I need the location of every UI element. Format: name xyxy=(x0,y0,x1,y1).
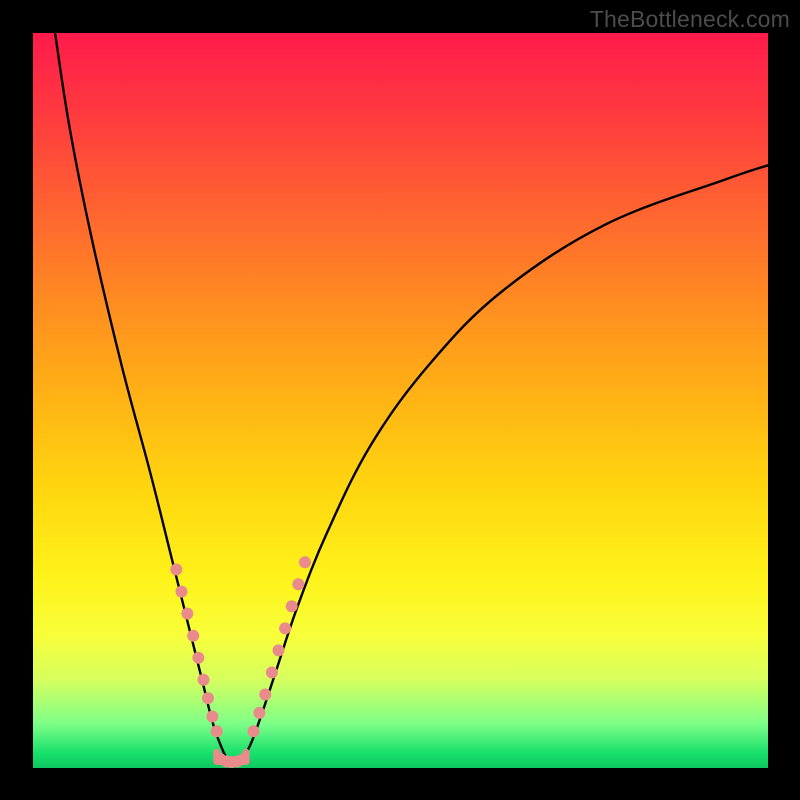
plot-area xyxy=(33,33,768,768)
chart-frame: TheBottleneck.com xyxy=(0,0,800,800)
curve-left xyxy=(55,33,231,764)
curve-layer xyxy=(33,33,768,768)
watermark-text: TheBottleneck.com xyxy=(590,6,790,33)
marker-dots xyxy=(170,556,311,768)
curve-right xyxy=(239,165,768,764)
